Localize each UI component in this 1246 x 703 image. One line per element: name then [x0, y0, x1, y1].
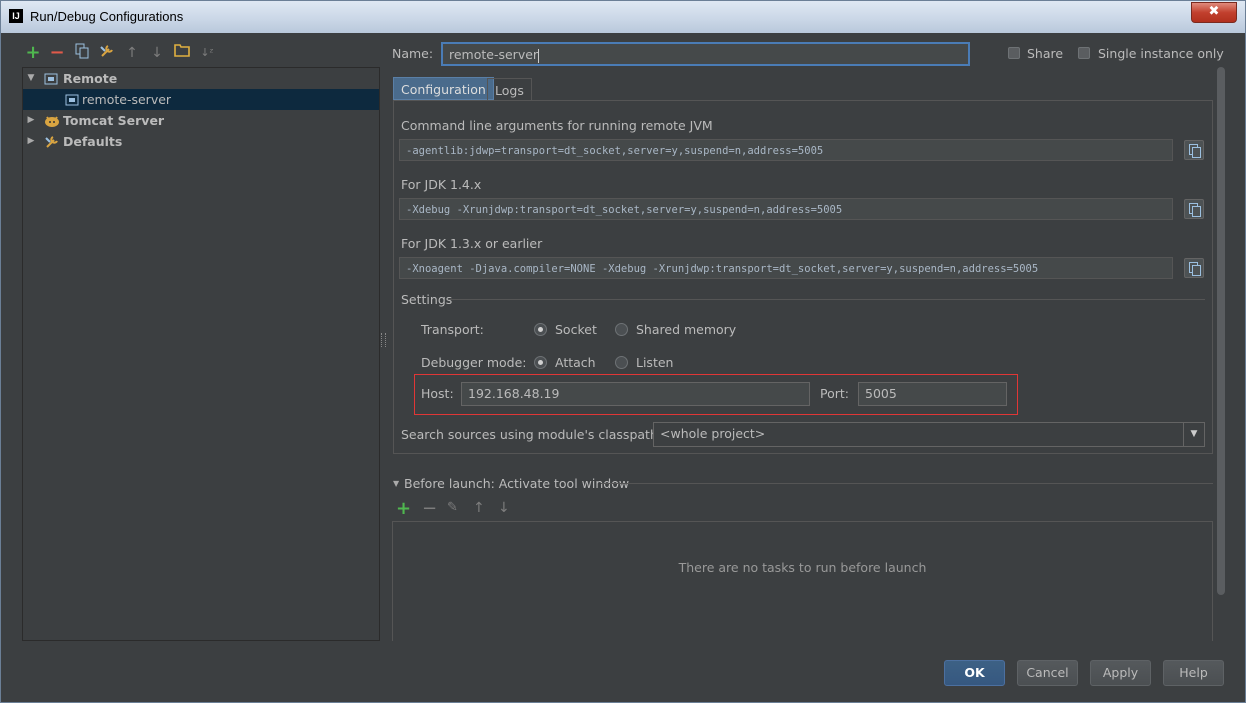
cancel-button[interactable]: Cancel: [1017, 660, 1078, 686]
move-down-icon[interactable]: ↓: [498, 500, 510, 516]
remote-icon: [44, 71, 58, 85]
transport-socket-radio[interactable]: [534, 323, 547, 336]
share-checkbox[interactable]: [1008, 47, 1020, 59]
debugger-listen-label: Listen: [636, 355, 674, 370]
copy-icon[interactable]: [72, 43, 92, 63]
share-label: Share: [1027, 46, 1064, 61]
empty-tasks-text: There are no tasks to run before launch: [678, 560, 927, 575]
debugger-mode-label: Debugger mode:: [421, 355, 527, 370]
expand-down-icon[interactable]: ▼: [25, 68, 37, 89]
close-button[interactable]: ✖: [1191, 2, 1237, 23]
tree-node-tomcat[interactable]: ▶ Tomcat Server: [23, 110, 379, 131]
tree-label-remote-server: remote-server: [82, 92, 172, 107]
name-input[interactable]: remote-server: [441, 42, 970, 66]
wrench-icon: [44, 134, 58, 148]
debugger-attach-radio[interactable]: [534, 356, 547, 369]
single-instance-label: Single instance only: [1098, 46, 1224, 61]
tab-configuration[interactable]: Configuration: [393, 77, 494, 100]
tree-label-defaults: Defaults: [63, 134, 123, 149]
before-launch-task-list[interactable]: There are no tasks to run before launch: [392, 521, 1213, 641]
move-up-icon[interactable]: ↑: [473, 500, 485, 516]
window-title: Run/Debug Configurations: [30, 9, 184, 24]
sort-icon[interactable]: ↓ᶻ: [197, 43, 217, 63]
search-sources-select[interactable]: <whole project> ▼: [653, 422, 1205, 447]
help-button[interactable]: Help: [1163, 660, 1224, 686]
port-input[interactable]: 5005: [858, 382, 1007, 406]
add-icon[interactable]: +: [23, 43, 43, 63]
copy-icon[interactable]: [1184, 258, 1204, 278]
host-label: Host:: [421, 386, 454, 401]
folder-icon[interactable]: [172, 43, 192, 63]
host-input[interactable]: 192.168.48.19: [461, 382, 810, 406]
jdk14-label: For JDK 1.4.x: [401, 177, 482, 192]
tree-node-remote-server[interactable]: remote-server: [23, 89, 379, 110]
transport-shared-memory-radio[interactable]: [615, 323, 628, 336]
splitter-handle[interactable]: [381, 333, 386, 347]
wrench-icon[interactable]: [97, 43, 117, 63]
expand-right-icon[interactable]: ▶: [25, 131, 37, 152]
expand-right-icon[interactable]: ▶: [25, 110, 37, 131]
jdk13-args-field[interactable]: -Xnoagent -Djava.compiler=NONE -Xdebug -…: [399, 257, 1173, 279]
transport-label: Transport:: [421, 322, 484, 337]
tree-label-remote: Remote: [63, 71, 118, 86]
debugger-attach-label: Attach: [555, 355, 596, 370]
transport-shared-memory-label: Shared memory: [636, 322, 737, 337]
collapse-icon[interactable]: ▼: [393, 479, 399, 488]
apply-button[interactable]: Apply: [1090, 660, 1151, 686]
remove-icon[interactable]: −: [422, 498, 437, 519]
move-down-icon[interactable]: ↓: [147, 43, 167, 63]
edit-icon[interactable]: ✎: [447, 500, 458, 515]
text-cursor: [538, 48, 540, 63]
chevron-down-icon[interactable]: ▼: [1183, 423, 1204, 446]
intellij-app-icon: IJ: [9, 9, 23, 23]
before-launch-separator: [601, 483, 1213, 484]
settings-label: Settings: [401, 292, 453, 307]
search-sources-value: <whole project>: [660, 426, 766, 441]
name-input-value: remote-server: [449, 47, 539, 62]
settings-separator: [449, 299, 1205, 300]
tab-logs[interactable]: Logs: [487, 78, 532, 101]
tree-node-remote[interactable]: ▼ Remote: [23, 68, 379, 89]
cmd-args-field[interactable]: -agentlib:jdwp=transport=dt_socket,serve…: [399, 139, 1173, 161]
cmd-args-label: Command line arguments for running remot…: [401, 118, 713, 133]
vertical-scrollbar[interactable]: [1216, 67, 1226, 595]
remote-config-icon: [65, 92, 79, 106]
tree-label-tomcat: Tomcat Server: [63, 113, 165, 128]
ok-button[interactable]: OK: [944, 660, 1005, 686]
name-label: Name:: [392, 46, 434, 61]
jdk14-args-field[interactable]: -Xdebug -Xrunjdwp:transport=dt_socket,se…: [399, 198, 1173, 220]
copy-icon[interactable]: [1184, 199, 1204, 219]
config-tree: ▼ Remote remote-server ▶ Tomcat Server ▶…: [22, 67, 380, 641]
search-sources-label: Search sources using module's classpath:: [401, 427, 663, 442]
single-instance-checkbox[interactable]: [1078, 47, 1090, 59]
before-launch-title: Before launch: Activate tool window: [404, 476, 630, 491]
remove-icon[interactable]: −: [47, 43, 67, 63]
port-label: Port:: [820, 386, 849, 401]
debugger-listen-radio[interactable]: [615, 356, 628, 369]
copy-icon[interactable]: [1184, 140, 1204, 160]
tree-node-defaults[interactable]: ▶ Defaults: [23, 131, 379, 152]
move-up-icon[interactable]: ↑: [122, 43, 142, 63]
add-icon[interactable]: +: [396, 498, 411, 519]
scrollbar-thumb[interactable]: [1217, 67, 1225, 595]
title-bar: IJ Run/Debug Configurations ✖: [1, 1, 1245, 33]
jdk13-label: For JDK 1.3.x or earlier: [401, 236, 543, 251]
tomcat-icon: [44, 113, 59, 127]
run-debug-dialog: IJ Run/Debug Configurations ✖ + − ↑ ↓ ↓ᶻ…: [0, 0, 1246, 703]
transport-socket-label: Socket: [555, 322, 597, 337]
